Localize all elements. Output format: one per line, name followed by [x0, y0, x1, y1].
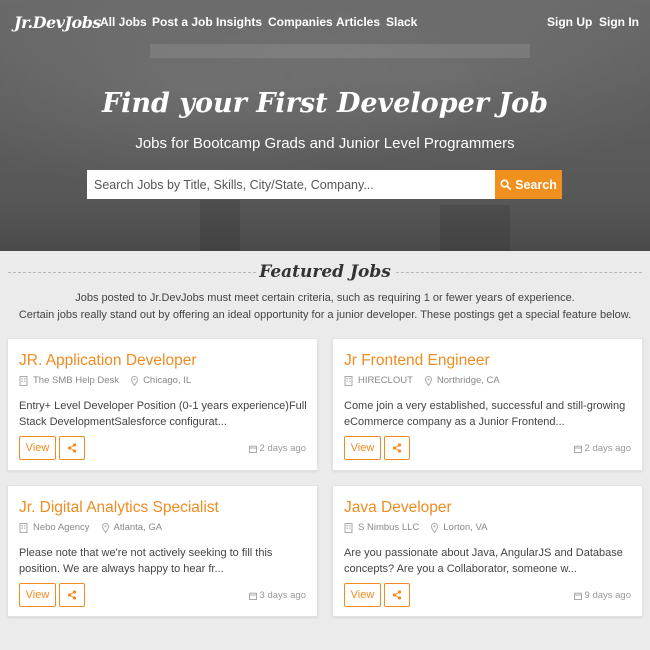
job-company: Nebo Agency: [33, 522, 90, 533]
map-marker-icon: [424, 375, 432, 386]
building-icon: [344, 522, 353, 533]
job-description: Please note that we're not actively seek…: [19, 547, 273, 575]
job-description: Come join a very established, successful…: [344, 400, 626, 428]
job-description: Are you passionate about Java, AngularJS…: [344, 547, 623, 575]
calendar-icon: [248, 592, 257, 600]
view-button[interactable]: View: [19, 436, 56, 460]
hero-title: Find your First Developer Job: [101, 88, 549, 119]
job-meta: HIRECLOUT Northridge, CA: [344, 375, 500, 386]
share-icon: [67, 443, 77, 453]
job-posted-date: 2 days ago: [248, 443, 306, 454]
share-icon: [392, 443, 402, 453]
job-company: S Nimbus LLC: [358, 522, 420, 533]
share-icon: [67, 590, 77, 600]
hero-background-shadow: [0, 200, 650, 251]
search-button-label: Search: [515, 177, 557, 192]
building-icon: [344, 375, 353, 386]
sign-in-link[interactable]: Sign In: [599, 15, 639, 29]
job-date: 2 days ago: [259, 443, 306, 454]
view-button[interactable]: View: [19, 583, 56, 607]
job-posted-date: 2 days ago: [573, 443, 631, 454]
calendar-icon: [573, 592, 582, 600]
job-company: The SMB Help Desk: [33, 375, 120, 386]
job-title-link[interactable]: Jr. Digital Analytics Specialist: [19, 499, 219, 517]
share-button[interactable]: [384, 436, 410, 460]
building-icon: [19, 375, 28, 386]
job-title-link[interactable]: JR. Application Developer: [19, 352, 197, 370]
job-card: Jr Frontend Engineer HIRECLOUT Northridg…: [332, 338, 643, 471]
job-posted-date: 9 days ago: [573, 590, 631, 601]
search-button[interactable]: Search: [495, 170, 562, 199]
share-button[interactable]: [59, 436, 85, 460]
job-title-link[interactable]: Java Developer: [344, 499, 452, 517]
nav-companies[interactable]: Companies: [268, 15, 333, 29]
search-icon: [500, 179, 512, 190]
job-meta: The SMB Help Desk Chicago, IL: [19, 375, 191, 386]
site-logo[interactable]: Jr.DevJobs: [14, 13, 101, 32]
nav-post-a-job[interactable]: Post a Job: [152, 15, 213, 29]
hero-banner: Jr.DevJobs All Jobs Post a Job Insights …: [0, 0, 650, 251]
featured-description: Jobs posted to Jr.DevJobs must meet cert…: [75, 292, 575, 304]
share-button[interactable]: [59, 583, 85, 607]
calendar-icon: [248, 445, 257, 453]
featured-jobs-heading: Featured Jobs: [259, 262, 391, 282]
map-marker-icon: [431, 522, 439, 533]
nav-slack[interactable]: Slack: [386, 15, 417, 29]
nav-articles[interactable]: Articles: [336, 15, 380, 29]
top-nav: Jr.DevJobs All Jobs Post a Job Insights …: [0, 0, 650, 44]
job-card: Java Developer S Nimbus LLC Lorton, VA A…: [332, 485, 643, 617]
job-location: Lorton, VA: [443, 522, 488, 533]
featured-description: Certain jobs really stand out by offerin…: [18, 309, 632, 321]
job-card: Jr. Digital Analytics Specialist Nebo Ag…: [7, 485, 318, 617]
sign-up-link[interactable]: Sign Up: [547, 15, 592, 29]
building-icon: [19, 522, 28, 533]
share-icon: [392, 590, 402, 600]
share-button[interactable]: [384, 583, 410, 607]
job-posted-date: 3 days ago: [248, 590, 306, 601]
job-search-input[interactable]: [87, 170, 495, 199]
nav-insights[interactable]: Insights: [216, 15, 262, 29]
view-button[interactable]: View: [344, 436, 381, 460]
job-card: JR. Application Developer The SMB Help D…: [7, 338, 318, 471]
job-meta: Nebo Agency Atlanta, GA: [19, 522, 162, 533]
nav-all-jobs[interactable]: All Jobs: [100, 15, 147, 29]
job-date: 9 days ago: [584, 590, 631, 601]
map-marker-icon: [131, 375, 139, 386]
job-company: HIRECLOUT: [358, 375, 413, 386]
map-marker-icon: [101, 522, 109, 533]
job-description: Entry+ Level Developer Position (0-1 yea…: [19, 400, 307, 428]
job-location: Chicago, IL: [143, 375, 192, 386]
job-date: 2 days ago: [584, 443, 631, 454]
hero-subtitle: Jobs for Bootcamp Grads and Junior Level…: [135, 135, 515, 152]
job-date: 3 days ago: [259, 590, 306, 601]
calendar-icon: [573, 445, 582, 453]
job-meta: S Nimbus LLC Lorton, VA: [344, 522, 487, 533]
job-location: Northridge, CA: [436, 375, 500, 386]
job-title-link[interactable]: Jr Frontend Engineer: [344, 352, 490, 370]
hero-background-light: [150, 44, 530, 58]
view-button[interactable]: View: [344, 583, 381, 607]
job-location: Atlanta, GA: [113, 522, 163, 533]
